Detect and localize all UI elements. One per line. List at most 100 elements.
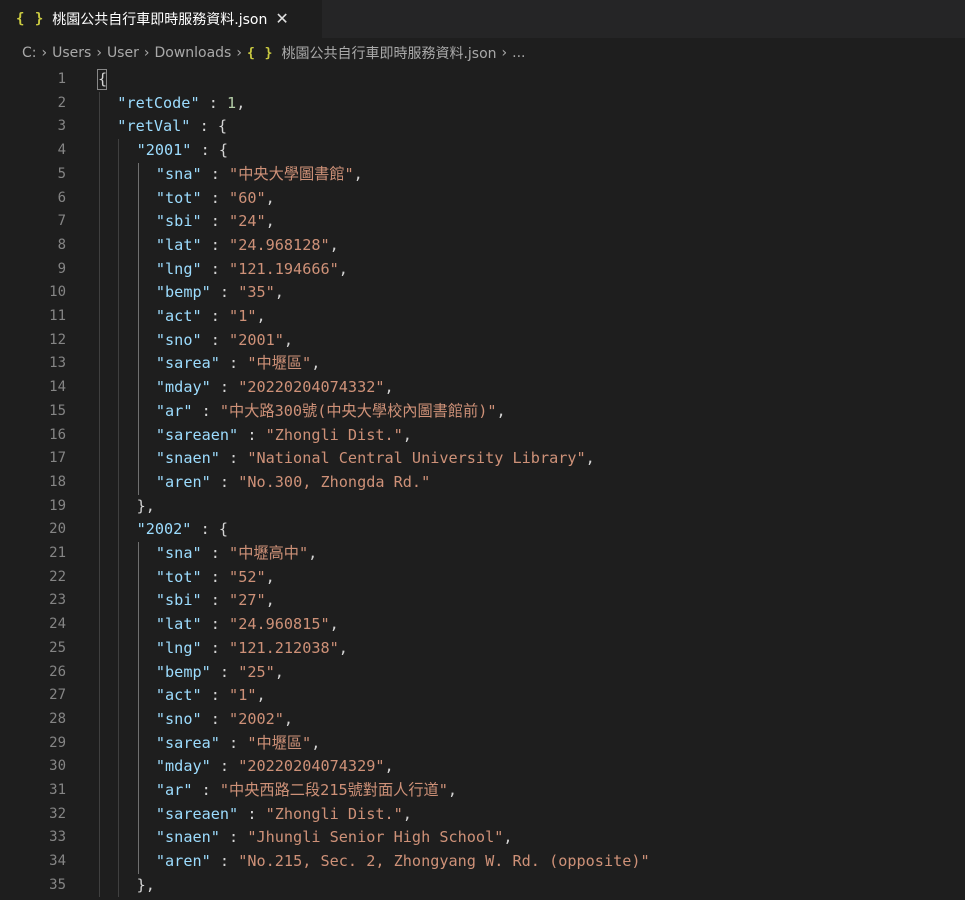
breadcrumb-item-users[interactable]: Users	[52, 45, 91, 61]
json-key: "ar"	[155, 781, 193, 799]
breadcrumb-item-symbols[interactable]: ...	[512, 45, 525, 61]
json-key: "snaen"	[155, 449, 220, 468]
json-punctuation: :	[201, 686, 230, 705]
json-punctuation: {	[98, 70, 108, 88]
line-number: 16	[49, 426, 66, 443]
code-line: 11 "act" : "1",	[0, 305, 965, 329]
json-key: "ar"	[155, 401, 193, 420]
line-number: 29	[49, 734, 66, 751]
json-punctuation: ,	[274, 662, 284, 681]
json-string-value: "25"	[238, 662, 275, 681]
json-punctuation: : {	[190, 117, 228, 136]
code-line: 27 "act" : "1",	[0, 684, 965, 708]
code-content: "2002" : {	[137, 518, 228, 542]
breadcrumb-item-user[interactable]: User	[107, 45, 139, 61]
json-string-value: "27"	[229, 591, 266, 610]
json-punctuation: :	[201, 567, 230, 586]
json-key: "sno"	[155, 330, 202, 349]
line-number: 22	[49, 568, 66, 585]
json-key: "lat"	[155, 615, 202, 634]
json-key: "tot"	[155, 567, 202, 586]
code-content: "sno" : "2001",	[156, 329, 293, 353]
close-icon[interactable]: ✕	[275, 11, 288, 27]
json-punctuation: ,	[236, 93, 246, 112]
code-content: "mday" : "20220204074329",	[156, 755, 394, 779]
code-content: "snaen" : "National Central University L…	[156, 447, 595, 471]
breadcrumb-item-drive[interactable]: C:	[22, 45, 37, 61]
breadcrumb-item-downloads[interactable]: Downloads	[154, 45, 231, 61]
json-key: "sareaen"	[155, 804, 239, 823]
code-content: },	[137, 495, 155, 519]
json-punctuation: :	[201, 615, 230, 634]
code-line: 28 "sno" : "2002",	[0, 708, 965, 732]
json-punctuation: :	[201, 188, 230, 207]
json-punctuation: :	[192, 401, 220, 420]
json-punctuation: :	[201, 164, 230, 183]
json-punctuation: :	[219, 828, 248, 847]
json-key: "sareaen"	[155, 425, 239, 444]
tab-json-file[interactable]: { } 桃園公共自行車即時服務資料.json ✕	[0, 0, 322, 38]
line-number: 13	[49, 355, 66, 372]
code-line: 14 "mday" : "20220204074332",	[0, 376, 965, 400]
json-string-value: "No.300, Zhongda Rd."	[238, 472, 431, 491]
json-string-value: "National Central University Library"	[247, 449, 586, 468]
json-punctuation: ,	[265, 188, 275, 207]
json-string-value: "No.215, Sec. 2, Zhongyang W. Rd. (oppos…	[238, 852, 650, 871]
json-string-value: "121.194666"	[229, 259, 339, 278]
line-number: 8	[57, 236, 66, 253]
code-content: "sarea" : "中壢區",	[156, 352, 320, 376]
code-line: 7 "sbi" : "24",	[0, 210, 965, 234]
json-punctuation: ,	[265, 591, 275, 610]
code-content: "tot" : "60",	[156, 187, 275, 211]
json-string-value: "中壢高中"	[229, 544, 309, 562]
code-line: 35},	[0, 874, 965, 898]
line-number: 15	[49, 402, 66, 419]
line-number: 25	[49, 639, 66, 656]
code-line: 1{	[0, 68, 965, 92]
json-punctuation: :	[238, 425, 266, 444]
code-content: "tot" : "52",	[156, 566, 275, 590]
json-key: "act"	[155, 307, 202, 325]
breadcrumb: C: › Users › User › Downloads › { } 桃園公共…	[0, 38, 965, 68]
line-number: 17	[49, 450, 66, 467]
code-line: 32 "sareaen" : "Zhongli Dist.",	[0, 803, 965, 827]
json-punctuation: :	[201, 591, 230, 610]
code-line: 29 "sarea" : "中壢區",	[0, 732, 965, 756]
code-content: "snaen" : "Jhungli Senior High School",	[156, 826, 513, 850]
line-number: 24	[49, 616, 66, 633]
code-line: 21 "sna" : "中壢高中",	[0, 542, 965, 566]
chevron-right-icon: ›	[96, 45, 102, 61]
line-number: 11	[49, 308, 66, 324]
json-punctuation: ,	[265, 212, 275, 231]
line-number: 27	[49, 687, 66, 704]
code-line: 19},	[0, 495, 965, 519]
code-content: "retVal" : {	[117, 115, 227, 139]
line-number: 3	[57, 118, 66, 135]
json-punctuation: ,	[338, 638, 348, 657]
json-string-value: "121.212038"	[229, 638, 339, 657]
code-content: "lat" : "24.960815",	[156, 613, 339, 637]
code-line: 31 "ar" : "中央西路二段215號對面人行道",	[0, 779, 965, 803]
line-number: 19	[49, 497, 66, 514]
code-line: 9 "lng" : "121.194666",	[0, 258, 965, 282]
json-key: "sbi"	[155, 212, 202, 231]
code-content: "lng" : "121.212038",	[156, 637, 348, 661]
json-string-value: "中壢區"	[247, 354, 312, 373]
code-editor[interactable]: 1{2 "retCode" : 1, 3 "retVal" : {4 "2001" : …	[0, 68, 965, 900]
code-content: "act" : "1",	[156, 305, 266, 329]
json-key: "sbi"	[155, 591, 202, 610]
json-punctuation: ,	[585, 449, 595, 468]
line-number: 20	[49, 521, 66, 538]
line-number: 6	[57, 189, 66, 206]
json-punctuation: :	[201, 235, 230, 254]
json-string-value: "2001"	[229, 330, 284, 349]
code-content: "sareaen" : "Zhongli Dist.",	[156, 803, 412, 827]
breadcrumb-item-file[interactable]: 桃園公共自行車即時服務資料.json	[281, 43, 496, 63]
json-punctuation: :	[210, 472, 239, 491]
json-punctuation: :	[199, 93, 228, 112]
json-key: "aren"	[155, 852, 211, 871]
json-punctuation: :	[219, 733, 248, 752]
json-punctuation: :	[219, 354, 248, 373]
code-line: 3 "retVal" : {	[0, 115, 965, 139]
json-string-value: "24.968128"	[229, 235, 330, 254]
